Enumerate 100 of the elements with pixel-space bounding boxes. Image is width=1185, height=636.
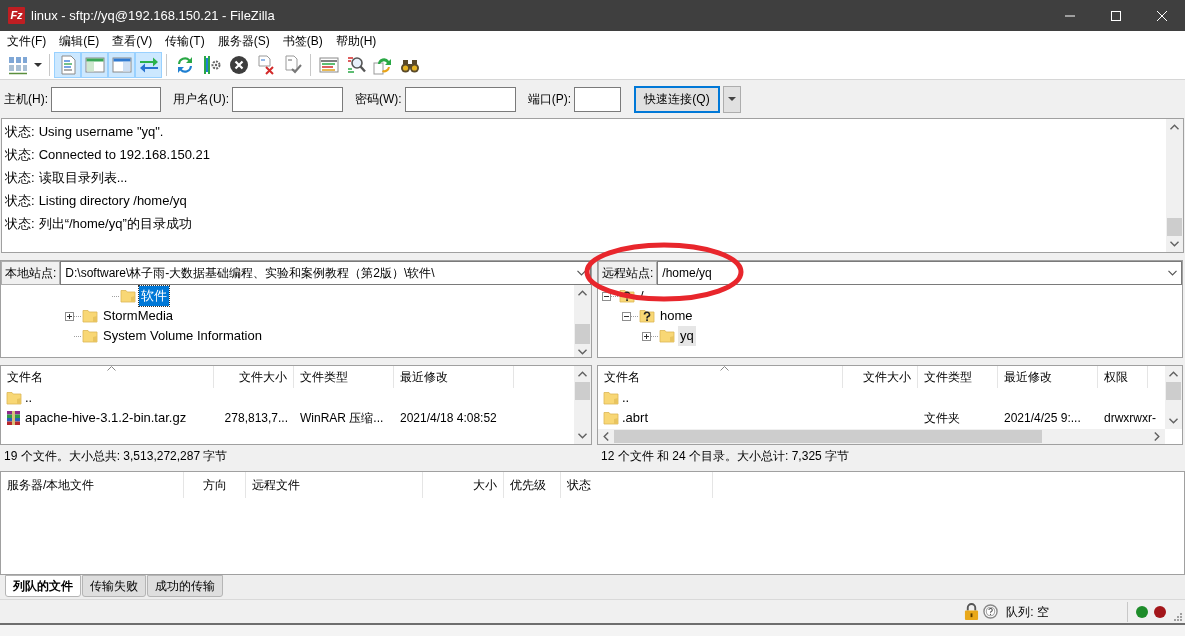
modified-time: 2021/4/18 4:08:52	[400, 410, 497, 427]
local-path-field[interactable]: D:\software\林子雨-大数据基础编程、实验和案例教程（第2版）\软件\	[60, 261, 591, 285]
field-label: 端口(P):	[527, 91, 571, 108]
close-icon	[1157, 10, 1167, 21]
vertical-scrollbar[interactable]	[1165, 366, 1182, 429]
remote-path-field[interactable]: /home/yq	[657, 261, 1182, 285]
caret-icon	[34, 62, 42, 67]
filter-list-icon	[318, 54, 339, 75]
scrollbar-thumb[interactable]	[575, 382, 590, 400]
menu-item[interactable]: 编辑(E)	[53, 31, 106, 50]
horizontal-scrollbar[interactable]	[598, 429, 1165, 444]
log-message: Listing directory /home/yq	[38, 191, 187, 210]
left-pane-window-icon	[84, 54, 105, 75]
document-x-icon	[255, 54, 276, 75]
field-label: 用户名(U):	[173, 91, 229, 108]
vertical-scrollbar[interactable]	[1166, 119, 1183, 252]
scroll-left-icon[interactable]	[603, 432, 609, 441]
quickconnect-button[interactable]: 快速连接(Q)	[634, 85, 720, 113]
scrollbar-thumb[interactable]	[575, 324, 590, 344]
scroll-up-icon[interactable]	[1169, 371, 1178, 377]
column-header[interactable]: 文件名	[1, 366, 214, 388]
scroll-up-icon[interactable]	[578, 371, 587, 377]
scroll-down-icon[interactable]	[578, 349, 587, 355]
column-header[interactable]: 文件类型	[918, 366, 998, 388]
scroll-up-icon[interactable]	[578, 290, 587, 296]
user-input-field[interactable]	[232, 86, 343, 112]
chevron-down-icon[interactable]	[577, 270, 586, 276]
tree-item[interactable]: yq	[678, 326, 696, 346]
tree-item[interactable]: StormMedia	[101, 306, 176, 326]
menu-item[interactable]: 传输(T)	[159, 31, 211, 50]
archive-icon	[6, 410, 22, 426]
host-input-field[interactable]	[51, 86, 161, 112]
column-header[interactable]: 文件类型	[294, 366, 394, 388]
folder-icon	[82, 308, 98, 324]
log-message: 读取目录列表...	[38, 168, 128, 187]
chevron-down-icon[interactable]	[1168, 270, 1177, 276]
scrollbar-thumb[interactable]	[1167, 218, 1182, 236]
tree-item[interactable]: 软件	[139, 286, 169, 306]
remote-summary-text: 12 个文件 和 24 个目录。大小总计: 7,325 字节	[600, 447, 851, 465]
column-header[interactable]: 文件大小	[214, 366, 294, 388]
folder-icon	[603, 410, 619, 426]
column-header[interactable]: 大小	[423, 472, 504, 498]
column-header[interactable]: 服务器/本地文件	[1, 472, 184, 498]
password-input-field[interactable]	[404, 86, 516, 112]
right-pane-window-icon	[111, 54, 132, 75]
quickconnect-dropdown-button[interactable]	[723, 85, 741, 113]
log-label: 状态:	[5, 145, 35, 164]
unknown-folder-icon	[639, 308, 655, 324]
column-header[interactable]: 远程文件	[246, 472, 423, 498]
folder-icon	[120, 288, 136, 304]
menu-item[interactable]: 文件(F)	[1, 31, 53, 50]
log-message: Using username "yq".	[38, 122, 164, 141]
caret-icon	[728, 97, 736, 101]
maximize-icon	[1111, 10, 1121, 21]
column-header[interactable]: 最近修改	[394, 366, 514, 388]
scrollbar-thumb[interactable]	[614, 430, 1042, 443]
queue-tab[interactable]: 传输失败	[82, 575, 146, 597]
menu-item[interactable]: 帮助(H)	[329, 31, 383, 50]
file-name[interactable]: ..	[25, 388, 33, 408]
resize-grip-icon[interactable]	[1172, 611, 1182, 621]
column-header[interactable]: 最近修改	[998, 366, 1098, 388]
collapse-icon[interactable]	[602, 291, 611, 301]
scrollbar-thumb[interactable]	[1166, 382, 1181, 400]
column-header[interactable]: 优先级	[504, 472, 561, 498]
server-grid-icon	[7, 54, 28, 75]
column-header[interactable]: 权限	[1098, 366, 1148, 388]
menu-item[interactable]: 书签(B)	[276, 31, 329, 50]
file-name[interactable]: .abrt	[622, 408, 648, 428]
field-label: 主机(H):	[4, 91, 48, 108]
scroll-right-icon[interactable]	[1154, 432, 1160, 441]
file-size: 278,813,7...	[224, 410, 288, 427]
scroll-down-icon[interactable]	[1169, 418, 1178, 424]
column-header[interactable]: 状态	[561, 472, 713, 498]
permissions: drwxrwxr-	[1104, 410, 1156, 427]
scroll-down-icon[interactable]	[1170, 241, 1179, 247]
queue-tab[interactable]: 列队的文件	[5, 575, 81, 597]
tree-item[interactable]: home	[658, 306, 695, 326]
log-message: 列出“/home/yq”的目录成功	[38, 214, 192, 233]
column-header[interactable]: 文件大小	[843, 366, 918, 388]
vertical-scrollbar[interactable]	[574, 285, 591, 357]
padlock-icon	[964, 603, 980, 620]
scroll-down-icon[interactable]	[578, 433, 587, 439]
expand-icon[interactable]	[65, 311, 74, 321]
field-label: 密码(W):	[355, 91, 402, 108]
queue-tab[interactable]: 成功的传输	[147, 575, 223, 597]
local-summary-text: 19 个文件。大小总共: 3,513,272,287 字节	[3, 447, 229, 465]
file-name[interactable]: ..	[622, 388, 630, 408]
tree-item[interactable]: System Volume Information	[101, 326, 264, 346]
file-name[interactable]: apache-hive-3.1.2-bin.tar.gz	[25, 408, 187, 428]
queue-status-text: 队列: 空	[1006, 603, 1049, 621]
vertical-scrollbar[interactable]	[574, 366, 591, 444]
expand-icon[interactable]	[642, 331, 651, 341]
column-header[interactable]: 方向	[184, 472, 246, 498]
menu-item[interactable]: 服务器(S)	[211, 31, 276, 50]
app-logo: Fz	[8, 7, 25, 24]
port-input-field[interactable]	[574, 86, 621, 112]
menu-item[interactable]: 查看(V)	[106, 31, 159, 50]
scroll-up-icon[interactable]	[1170, 124, 1179, 130]
collapse-icon[interactable]	[622, 311, 631, 321]
column-header[interactable]: 文件名	[598, 366, 843, 388]
